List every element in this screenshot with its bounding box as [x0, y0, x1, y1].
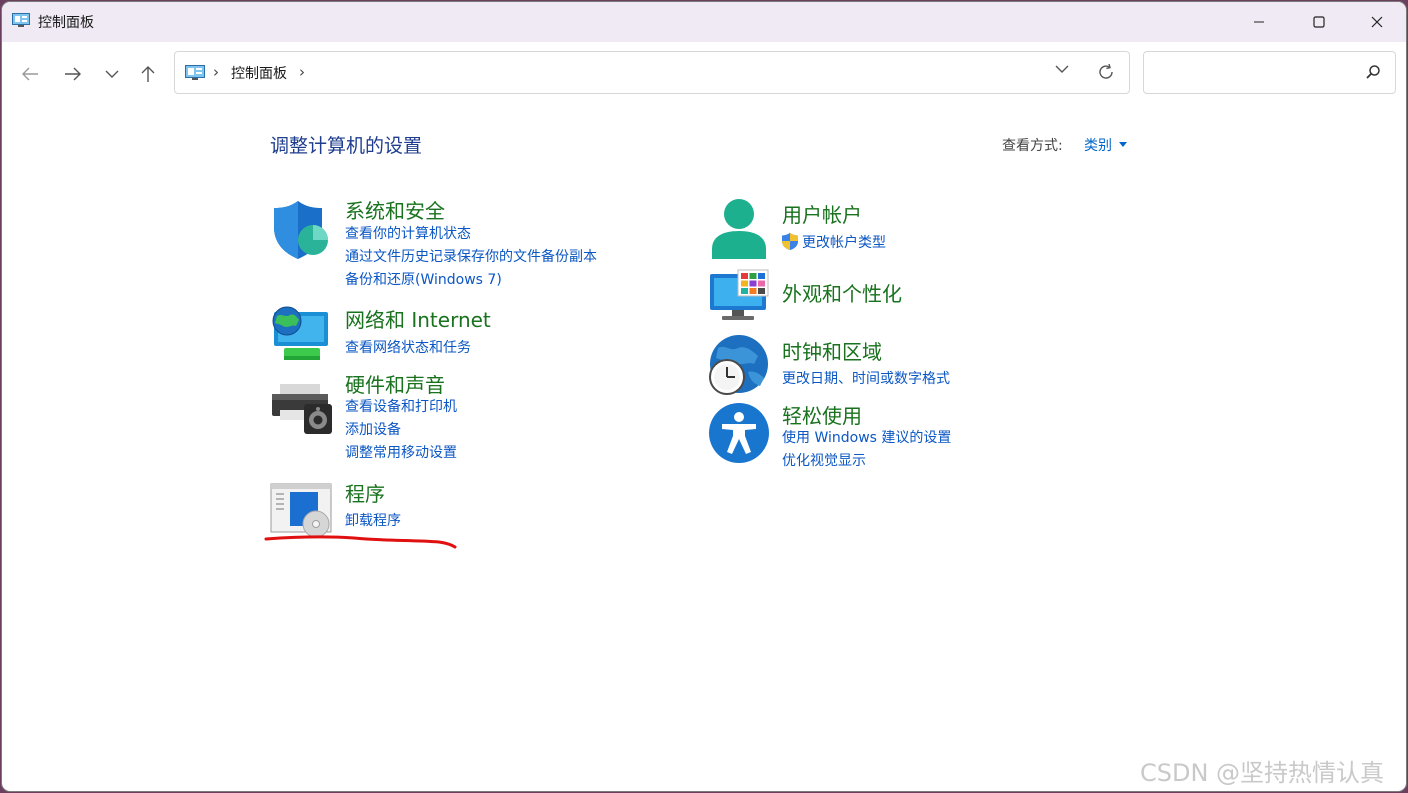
maximize-icon [1313, 16, 1325, 28]
address-bar[interactable]: › 控制面板 › [174, 51, 1130, 94]
search-input[interactable] [1152, 60, 1356, 86]
link-network-status-tasks[interactable]: 查看网络状态和任务 [345, 337, 471, 357]
breadcrumb-separator[interactable]: › [213, 63, 219, 81]
search-box[interactable] [1143, 51, 1396, 94]
page-title: 调整计算机的设置 [270, 135, 423, 157]
category-ease-of-access[interactable]: 轻松使用 [782, 400, 862, 429]
close-icon [1371, 16, 1383, 28]
link-uninstall-program[interactable]: 卸载程序 [345, 510, 401, 530]
category-appearance-personalization[interactable]: 外观和个性化 [782, 278, 902, 307]
uac-shield-icon [782, 233, 798, 250]
back-button[interactable] [16, 60, 44, 88]
breadcrumb-separator[interactable]: › [299, 63, 305, 81]
category-hardware-sound[interactable]: 硬件和声音 [345, 369, 445, 398]
control-panel-window: 控制面板 › 控制面板 › 调整计算机的设置 查看方式: 类别 系统和安全 查看… [2, 2, 1406, 791]
network-globe-icon[interactable] [270, 304, 332, 364]
refresh-icon[interactable] [1097, 63, 1115, 81]
link-change-account-type[interactable]: 更改帐户类型 [802, 232, 886, 252]
address-dropdown-icon[interactable] [1055, 64, 1069, 74]
control-panel-icon [12, 13, 30, 27]
watermark: CSDN @坚持热情认真 [1140, 759, 1385, 787]
back-arrow-icon [22, 67, 38, 81]
minimize-button[interactable] [1230, 2, 1288, 42]
shield-icon[interactable] [270, 199, 334, 261]
link-recommended-settings[interactable]: 使用 Windows 建议的设置 [782, 427, 951, 447]
view-by-dropdown[interactable]: 类别 [1084, 135, 1112, 155]
window-title: 控制面板 [38, 15, 94, 31]
user-account-icon[interactable] [708, 197, 770, 261]
title-bar: 控制面板 [2, 2, 1406, 42]
link-optimize-visual-display[interactable]: 优化视觉显示 [782, 450, 866, 470]
breadcrumb-control-panel[interactable]: 控制面板 [231, 63, 287, 83]
category-clock-region[interactable]: 时钟和区域 [782, 336, 882, 365]
red-underline-annotation [264, 535, 457, 549]
forward-arrow-icon [65, 67, 81, 81]
close-button[interactable] [1348, 2, 1406, 42]
up-arrow-icon [141, 66, 155, 82]
search-icon [1366, 65, 1380, 79]
link-add-device[interactable]: 添加设备 [345, 419, 401, 439]
link-change-date-time-format[interactable]: 更改日期、时间或数字格式 [782, 368, 950, 388]
forward-button[interactable] [59, 60, 87, 88]
accessibility-icon[interactable] [708, 402, 770, 464]
printer-speaker-icon[interactable] [270, 382, 334, 436]
recent-locations-button[interactable] [98, 60, 126, 88]
link-file-history-backup[interactable]: 通过文件历史记录保存你的文件备份副本 [345, 246, 597, 266]
programs-disc-icon[interactable] [270, 482, 334, 538]
control-panel-icon [185, 65, 205, 80]
minimize-icon [1254, 21, 1264, 23]
link-backup-restore-windows7[interactable]: 备份和还原(Windows 7) [345, 269, 502, 289]
caret-down-icon[interactable] [1119, 142, 1127, 147]
clock-globe-icon[interactable] [708, 334, 770, 396]
chevron-down-icon [105, 70, 119, 78]
category-user-accounts[interactable]: 用户帐户 [782, 199, 862, 228]
link-devices-printers[interactable]: 查看设备和打印机 [345, 396, 457, 416]
appearance-monitor-icon[interactable] [708, 268, 770, 322]
maximize-button[interactable] [1290, 2, 1348, 42]
up-button[interactable] [134, 60, 162, 88]
category-network-internet[interactable]: 网络和 Internet [345, 304, 491, 333]
view-by-label: 查看方式: [1002, 138, 1063, 154]
category-programs[interactable]: 程序 [345, 478, 385, 507]
navigation-bar: › 控制面板 › [2, 42, 1406, 106]
category-system-security[interactable]: 系统和安全 [345, 195, 445, 224]
link-view-computer-status[interactable]: 查看你的计算机状态 [345, 223, 471, 243]
link-mobility-settings[interactable]: 调整常用移动设置 [345, 442, 457, 462]
